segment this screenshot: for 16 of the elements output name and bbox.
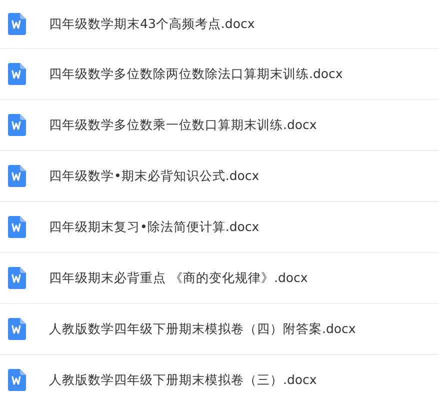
word-document-icon [8,165,26,187]
file-name[interactable]: 四年级数学多位数乘一位数口算期末训练.docx [49,116,317,134]
file-name[interactable]: 四年级数学多位数除两位数除法口算期末训练.docx [49,66,343,82]
file-name[interactable]: 四年级期末复习•除法简便计算.docx [49,218,260,236]
word-document-icon [8,267,26,289]
word-document-icon [8,216,26,238]
word-document-icon [8,369,26,391]
word-document-icon [8,114,26,136]
file-name[interactable]: 四年级数学期末43个高频考点.docx [49,16,255,32]
word-document-icon [8,13,26,35]
file-name[interactable]: 人教版数学四年级下册期末模拟卷（四）附答案.docx [49,320,356,338]
word-document-icon [8,63,26,85]
file-name[interactable]: 人教版数学四年级下册期末模拟卷（三）.docx [49,372,317,388]
file-name[interactable]: 四年级数学•期末必背知识公式.docx [49,168,260,184]
file-name[interactable]: 四年级期末必背重点 《商的变化规律》.docx [49,270,308,286]
word-document-icon [8,318,26,340]
